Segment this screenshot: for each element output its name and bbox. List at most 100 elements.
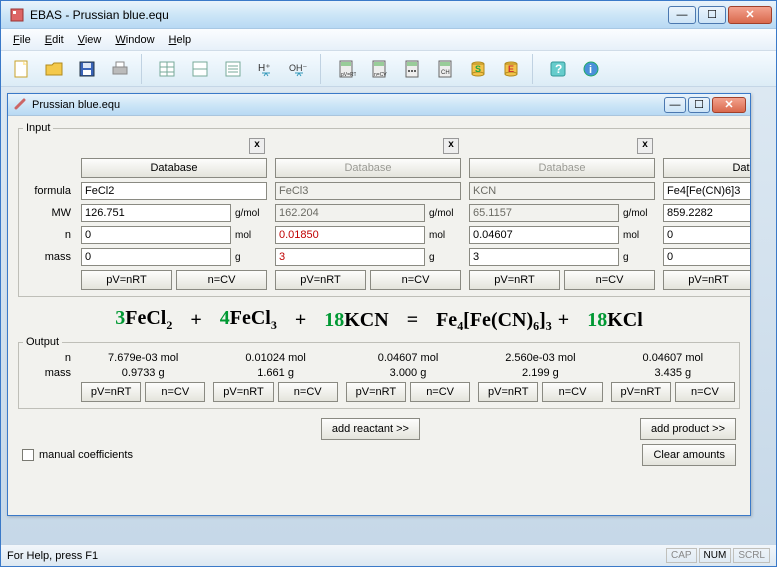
child-minimize-button[interactable]: —: [664, 97, 686, 113]
n-input-1[interactable]: [81, 226, 231, 244]
statusbar: For Help, press F1 CAP NUM SCRL: [1, 544, 776, 566]
table2-icon[interactable]: [186, 55, 214, 83]
eq-plus: +: [295, 309, 306, 332]
mw-input-4[interactable]: [663, 204, 750, 222]
child-close-button[interactable]: ✕: [712, 97, 746, 113]
menu-file[interactable]: File: [7, 32, 37, 48]
help-q-icon[interactable]: ?: [544, 55, 572, 83]
menu-edit[interactable]: Edit: [39, 32, 70, 48]
list-icon[interactable]: [219, 55, 247, 83]
pvnrt-button-out-4[interactable]: pV=nRT: [478, 382, 538, 402]
mdi-area: Prussian blue.equ — ☐ ✕ Input x x x x: [1, 87, 776, 544]
database-button-4[interactable]: Database: [663, 158, 750, 178]
mass-input-1[interactable]: [81, 248, 231, 266]
info-icon[interactable]: i: [577, 55, 605, 83]
input-group: Input x x x x x Database Database Databa…: [18, 122, 750, 297]
formula-input-1[interactable]: [81, 182, 267, 200]
eq-formula-1: FeCl: [125, 307, 166, 329]
ncv-button-in-3[interactable]: n=CV: [564, 270, 655, 290]
manual-coefficients-checkbox[interactable]: manual coefficients: [22, 449, 133, 461]
out-n-3: 0.04607 mol: [346, 352, 470, 364]
ncv-button-in-2[interactable]: n=CV: [370, 270, 461, 290]
remove-col-3[interactable]: x: [637, 138, 653, 154]
table1-icon[interactable]: [153, 55, 181, 83]
main-window: EBAS - Prussian blue.equ — ☐ ✕ File Edit…: [0, 0, 777, 567]
out-n-2: 0.01024 mol: [213, 352, 337, 364]
database-button-1[interactable]: Database: [81, 158, 267, 178]
child-maximize-button[interactable]: ☐: [688, 97, 710, 113]
eq-plus: +: [558, 309, 569, 331]
calc2-icon[interactable]: n=CV: [365, 55, 393, 83]
db-s-icon[interactable]: S: [464, 55, 492, 83]
unit-mol: mol: [429, 230, 461, 241]
close-button[interactable]: ✕: [728, 6, 772, 24]
mass-input-2[interactable]: [275, 248, 425, 266]
pvnrt-button-in-1[interactable]: pV=nRT: [81, 270, 172, 290]
formula-input-4[interactable]: [663, 182, 750, 200]
n-input-3[interactable]: [469, 226, 619, 244]
status-cap: CAP: [666, 548, 697, 563]
status-num: NUM: [699, 548, 732, 563]
save-icon[interactable]: [73, 55, 101, 83]
mass-input-4[interactable]: [663, 248, 750, 266]
eq-formula-4: Fe₄[Fe(CN)₆]₃: [436, 309, 552, 331]
pvnrt-button-out-2[interactable]: pV=nRT: [213, 382, 273, 402]
mw-input-1[interactable]: [81, 204, 231, 222]
out-mass-label: mass: [23, 367, 73, 379]
svg-text:S: S: [475, 64, 481, 74]
mw-input-2[interactable]: [275, 204, 425, 222]
n-input-2[interactable]: [275, 226, 425, 244]
minimize-button[interactable]: —: [668, 6, 696, 24]
n-input-4[interactable]: [663, 226, 750, 244]
new-icon[interactable]: [7, 55, 35, 83]
menu-window[interactable]: Window: [109, 32, 160, 48]
child-titlebar[interactable]: Prussian blue.equ — ☐ ✕: [8, 94, 750, 116]
ncv-button-out-5[interactable]: n=CV: [675, 382, 735, 402]
ncv-button-out-2[interactable]: n=CV: [278, 382, 338, 402]
unit-g: g: [235, 252, 267, 263]
ohminus-icon[interactable]: OH⁻: [285, 55, 313, 83]
remove-col-1[interactable]: x: [249, 138, 265, 154]
print-icon[interactable]: [106, 55, 134, 83]
status-scrl: SCRL: [733, 548, 770, 563]
calc3-icon[interactable]: [398, 55, 426, 83]
ncv-button-out-1[interactable]: n=CV: [145, 382, 205, 402]
ncv-button-out-3[interactable]: n=CV: [410, 382, 470, 402]
clear-amounts-button[interactable]: Clear amounts: [642, 444, 736, 466]
ncv-button-in-1[interactable]: n=CV: [176, 270, 267, 290]
calc4-icon[interactable]: CH: [431, 55, 459, 83]
out-mass-5: 3.435 g: [611, 367, 735, 379]
menu-view[interactable]: View: [72, 32, 108, 48]
svg-text:OH⁻: OH⁻: [289, 63, 308, 73]
unit-mol: mol: [623, 230, 655, 241]
eq-coef-1: 3: [115, 307, 125, 329]
pvnrt-button-out-5[interactable]: pV=nRT: [611, 382, 671, 402]
add-reactant-button[interactable]: add reactant >>: [321, 418, 420, 440]
maximize-button[interactable]: ☐: [698, 6, 726, 24]
remove-col-2[interactable]: x: [443, 138, 459, 154]
database-button-2[interactable]: Database: [275, 158, 461, 178]
formula-input-2[interactable]: [275, 182, 461, 200]
pvnrt-button-out-3[interactable]: pV=nRT: [346, 382, 406, 402]
ncv-button-out-4[interactable]: n=CV: [542, 382, 602, 402]
out-n-1: 7.679e-03 mol: [81, 352, 205, 364]
checkbox-box[interactable]: [22, 449, 34, 461]
open-icon[interactable]: [40, 55, 68, 83]
db-e-icon[interactable]: E: [497, 55, 525, 83]
add-product-button[interactable]: add product >>: [640, 418, 736, 440]
hplus-icon[interactable]: H⁺: [252, 55, 280, 83]
pvnrt-button-in-4[interactable]: pV=nRT: [663, 270, 750, 290]
pvnrt-button-in-3[interactable]: pV=nRT: [469, 270, 560, 290]
eq-formula-5: KCl: [607, 309, 643, 331]
mass-input-3[interactable]: [469, 248, 619, 266]
formula-input-3[interactable]: [469, 182, 655, 200]
menu-file-rest: ile: [20, 34, 31, 46]
main-titlebar[interactable]: EBAS - Prussian blue.equ — ☐ ✕: [1, 1, 776, 29]
mw-input-3[interactable]: [469, 204, 619, 222]
menu-help[interactable]: Help: [163, 32, 198, 48]
pvnrt-button-in-2[interactable]: pV=nRT: [275, 270, 366, 290]
database-button-3[interactable]: Database: [469, 158, 655, 178]
calc1-icon[interactable]: pV=RT: [332, 55, 360, 83]
eq-coef-5: 18: [587, 309, 607, 331]
pvnrt-button-out-1[interactable]: pV=nRT: [81, 382, 141, 402]
